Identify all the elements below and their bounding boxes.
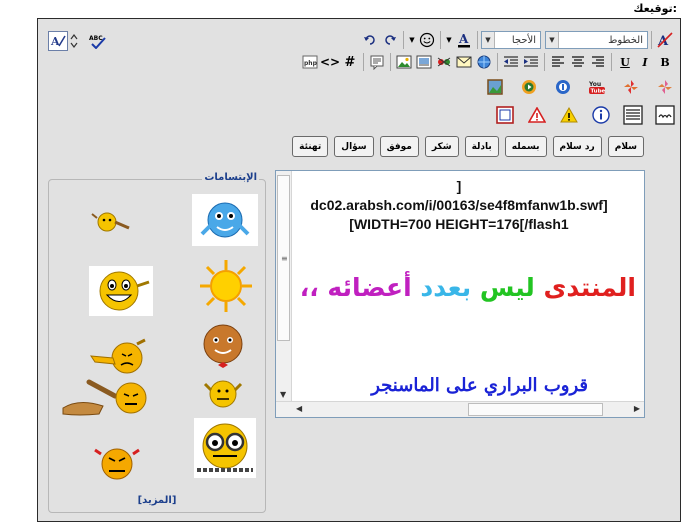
outdent-icon[interactable] xyxy=(501,52,521,72)
tag-button-salam[interactable]: سلام xyxy=(607,136,644,157)
colored-word: ،، xyxy=(299,273,319,302)
arabic-box-icon[interactable] xyxy=(655,105,675,125)
pinwheel-icon[interactable] xyxy=(655,77,675,97)
scroll-left-icon[interactable]: ◀ xyxy=(296,404,302,413)
svg-text:You: You xyxy=(588,81,601,88)
php-icon[interactable]: php xyxy=(300,52,320,72)
tag-button-basmala[interactable]: بسمله xyxy=(504,136,547,157)
tag-button-question[interactable]: سؤال xyxy=(334,136,374,157)
resize-icon[interactable] xyxy=(68,31,80,51)
smiley-glasses-icon[interactable] xyxy=(194,418,256,482)
align-right-icon[interactable] xyxy=(588,52,608,72)
tag-button-rad-salam[interactable]: رد سلام xyxy=(552,136,602,157)
quote-icon[interactable] xyxy=(367,52,387,72)
insert-video-icon[interactable] xyxy=(414,52,434,72)
horizontal-scroll-thumb[interactable] xyxy=(468,403,603,416)
info-icon[interactable] xyxy=(591,105,611,125)
flash-code-text: ] dc02.arabsh.com/i/00163/se4f8mfanw1b.s… xyxy=(310,178,608,232)
dropdown-arrow-icon[interactable]: ▼ xyxy=(407,30,417,50)
spellcheck-icon[interactable]: ABC xyxy=(88,31,108,51)
vertical-scrollbar[interactable]: ▲ ≡ ▼ xyxy=(276,171,292,401)
warning-yellow-icon[interactable] xyxy=(559,105,579,125)
html-code-icon[interactable]: <> xyxy=(320,52,340,72)
indent-icon[interactable] xyxy=(521,52,541,72)
tag-button-congrats[interactable]: تهنئة xyxy=(292,136,329,157)
smiley-angry-icon[interactable] xyxy=(89,440,145,488)
remove-format-icon[interactable]: A xyxy=(655,30,675,50)
smilies-panel: الإبتسامات [المزيد] xyxy=(48,172,266,513)
pinwheel-icon[interactable] xyxy=(621,77,641,97)
code-hash-icon[interactable]: # xyxy=(340,52,360,72)
smiley-hammer-icon[interactable] xyxy=(59,376,159,422)
chevron-down-icon: ▼ xyxy=(546,32,559,48)
warning-red-icon[interactable] xyxy=(527,105,547,125)
align-left-icon[interactable] xyxy=(548,52,568,72)
more-smilies-link[interactable]: [المزيد] xyxy=(138,495,177,506)
scroll-down-icon[interactable]: ▼ xyxy=(280,390,286,399)
message-textarea[interactable]: ▲ ≡ ▼ ] dc02.arabsh.com/i/00163/se4f8mfa… xyxy=(275,170,645,418)
switch-mode-icon[interactable]: A xyxy=(48,31,68,51)
chevron-down-icon: ▼ xyxy=(482,32,495,48)
insert-link-icon[interactable] xyxy=(474,52,494,72)
email-link-icon[interactable] xyxy=(454,52,474,72)
colored-text-line: المنتدى ليس بعدد أعضائه ،، ب xyxy=(292,273,636,302)
underline-icon[interactable]: U xyxy=(615,52,635,72)
colored-word: أعضائه xyxy=(327,273,412,302)
vertical-scroll-thumb[interactable]: ≡ xyxy=(277,175,290,341)
bold-icon[interactable]: B xyxy=(655,52,675,72)
left-tools: A ABC xyxy=(48,31,108,51)
colored-word: المنتدى xyxy=(543,273,636,302)
toolbar-row-3: You Tube xyxy=(485,77,675,97)
insert-photo-icon[interactable] xyxy=(485,77,505,97)
undo-icon[interactable] xyxy=(360,30,380,50)
textarea-content: ] dc02.arabsh.com/i/00163/se4f8mfanw1b.s… xyxy=(292,171,644,401)
blue-text-line: قروب البراري على الماسنجر xyxy=(371,375,588,396)
smilies-legend: الإبتسامات xyxy=(202,172,259,183)
colored-word: ليس xyxy=(479,273,535,302)
toolbar-row-1: ▼ ▼ A ▼ الأحجا ▼ الخطوط A xyxy=(360,30,675,50)
font-select[interactable]: ▼ الخطوط xyxy=(545,31,648,49)
insert-flash-icon[interactable] xyxy=(434,52,454,72)
smiley-icon[interactable] xyxy=(417,30,437,50)
scroll-right-icon[interactable]: ▶ xyxy=(634,404,640,413)
tag-button-row: سلام رد سلام بسمله بادلة شكر موفق سؤال ت… xyxy=(292,136,644,157)
youtube-icon[interactable]: You Tube xyxy=(587,77,607,97)
horizontal-scrollbar[interactable]: ◀ ▶ xyxy=(276,401,644,417)
tag-button-badla[interactable]: بادلة xyxy=(464,136,499,157)
smiley-sun-icon[interactable] xyxy=(198,258,254,318)
smiley-pointing-hand-icon[interactable] xyxy=(89,336,151,380)
svg-text:A: A xyxy=(458,32,469,46)
tag-button-good-luck[interactable]: موفق xyxy=(379,136,419,157)
tag-button-thanks[interactable]: شكر xyxy=(424,136,459,157)
smiley-shrug-icon[interactable] xyxy=(201,376,245,416)
media-player-icon[interactable] xyxy=(519,77,539,97)
italic-icon[interactable]: I xyxy=(635,52,655,72)
redo-icon[interactable] xyxy=(380,30,400,50)
realplayer-icon[interactable] xyxy=(553,77,573,97)
smiley-grin-icon[interactable] xyxy=(89,266,153,320)
smiley-gingerbread-icon[interactable] xyxy=(199,322,247,376)
toolbar-row-4 xyxy=(495,105,675,125)
document-lines-icon[interactable] xyxy=(623,105,643,125)
smiley-snowman-icon[interactable] xyxy=(192,194,258,250)
editor-panel: A ABC ▼ ▼ A ▼ الأحجا ▼ الخطوط php <> # U… xyxy=(37,18,681,522)
align-center-icon[interactable] xyxy=(568,52,588,72)
toolbar-row-2: php <> # U I B xyxy=(300,52,675,72)
svg-text:php: php xyxy=(304,60,318,67)
box-frame-icon[interactable] xyxy=(495,105,515,125)
signature-label: توقيعك: xyxy=(633,2,677,15)
size-select[interactable]: ▼ الأحجا xyxy=(481,31,541,49)
text-color-icon[interactable]: A xyxy=(454,30,474,50)
svg-text:A: A xyxy=(50,35,60,48)
svg-text:Tube: Tube xyxy=(591,89,606,95)
colored-word: بعدد xyxy=(420,273,472,302)
dropdown-arrow-icon[interactable]: ▼ xyxy=(444,30,454,50)
insert-image-icon[interactable] xyxy=(394,52,414,72)
smiley-pointing-icon[interactable] xyxy=(89,204,133,244)
